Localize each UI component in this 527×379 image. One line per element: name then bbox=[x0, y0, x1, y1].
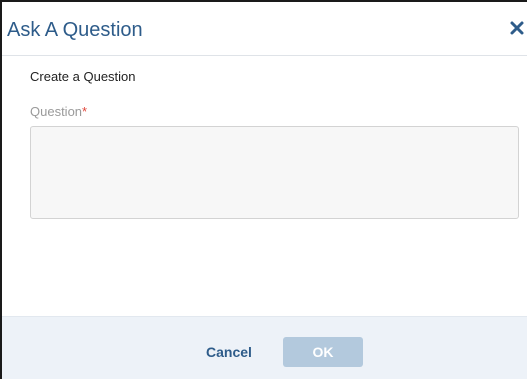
ok-button[interactable]: OK bbox=[283, 337, 363, 367]
question-field-label: Question* bbox=[30, 103, 87, 121]
dialog-header: Ask A Question bbox=[2, 2, 527, 56]
cancel-button[interactable]: Cancel bbox=[194, 337, 264, 367]
dialog-title: Ask A Question bbox=[7, 19, 143, 41]
ask-question-dialog: Ask A Question Create a Question Questio… bbox=[0, 0, 527, 379]
form-subtitle: Create a Question bbox=[30, 69, 136, 84]
required-marker: * bbox=[82, 104, 88, 119]
question-label-text: Question bbox=[30, 104, 83, 119]
question-input[interactable] bbox=[30, 126, 519, 219]
dialog-footer: Cancel OK bbox=[2, 316, 527, 379]
close-icon[interactable] bbox=[509, 20, 525, 36]
